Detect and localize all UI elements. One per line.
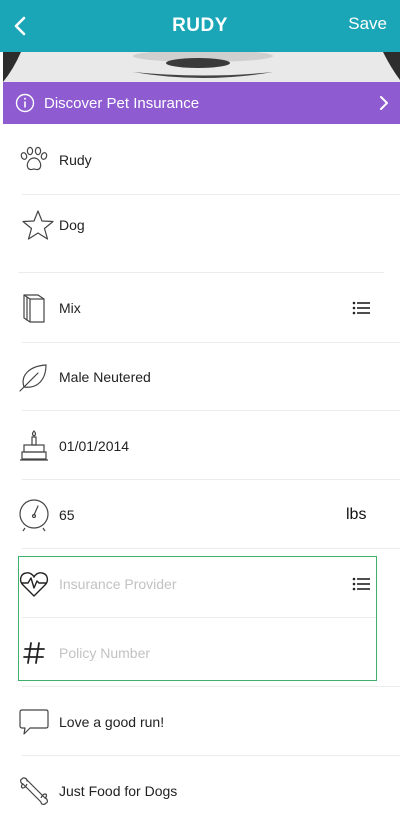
- food-field[interactable]: Just Food for Dogs: [0, 756, 400, 822]
- name-value[interactable]: Rudy: [59, 152, 92, 168]
- list-icon[interactable]: [352, 576, 370, 592]
- scale-icon: [18, 498, 50, 531]
- species-field[interactable]: Dog: [0, 190, 400, 259]
- name-field[interactable]: Rudy: [0, 125, 400, 194]
- info-icon: [15, 93, 35, 113]
- back-button[interactable]: [6, 12, 34, 40]
- banner-text: Discover Pet Insurance: [44, 94, 200, 112]
- heartbeat-icon: [18, 568, 50, 600]
- speech-bubble-icon: [18, 706, 50, 738]
- hash-icon: [18, 637, 50, 669]
- insurance-provider-placeholder[interactable]: Insurance Provider: [59, 576, 177, 592]
- birthday-field[interactable]: 01/01/2014: [0, 411, 400, 480]
- sex-value[interactable]: Male Neutered: [59, 369, 151, 385]
- book-icon: [18, 292, 50, 324]
- chevron-left-icon: [14, 16, 26, 36]
- policy-number-placeholder[interactable]: Policy Number: [59, 645, 150, 661]
- birthday-cake-icon: [18, 429, 50, 462]
- weight-value[interactable]: 65: [59, 507, 75, 523]
- top-bar: RUDY Save: [0, 0, 400, 52]
- pet-photo[interactable]: [3, 52, 400, 82]
- pet-insurance-banner[interactable]: Discover Pet Insurance: [3, 82, 400, 124]
- sex-field[interactable]: Male Neutered: [0, 342, 400, 411]
- star-icon: [22, 209, 54, 241]
- breed-field[interactable]: Mix: [0, 273, 400, 342]
- chevron-right-icon: [378, 93, 390, 113]
- save-button[interactable]: Save: [348, 14, 387, 34]
- food-value[interactable]: Just Food for Dogs: [59, 783, 177, 799]
- policy-number-field[interactable]: Policy Number: [0, 618, 400, 687]
- birthday-value[interactable]: 01/01/2014: [59, 438, 129, 454]
- bone-icon: [18, 775, 50, 807]
- page-title: RUDY: [172, 15, 228, 36]
- leaf-icon: [18, 361, 50, 393]
- insurance-provider-field[interactable]: Insurance Provider: [0, 549, 400, 618]
- breed-value[interactable]: Mix: [59, 300, 81, 316]
- weight-field[interactable]: 65 lbs: [0, 480, 400, 549]
- weight-unit[interactable]: lbs: [346, 506, 366, 524]
- species-value[interactable]: Dog: [59, 217, 85, 233]
- notes-field[interactable]: Love a good run!: [0, 687, 400, 756]
- list-icon[interactable]: [352, 300, 370, 316]
- notes-value[interactable]: Love a good run!: [59, 714, 164, 730]
- paw-icon: [18, 144, 50, 176]
